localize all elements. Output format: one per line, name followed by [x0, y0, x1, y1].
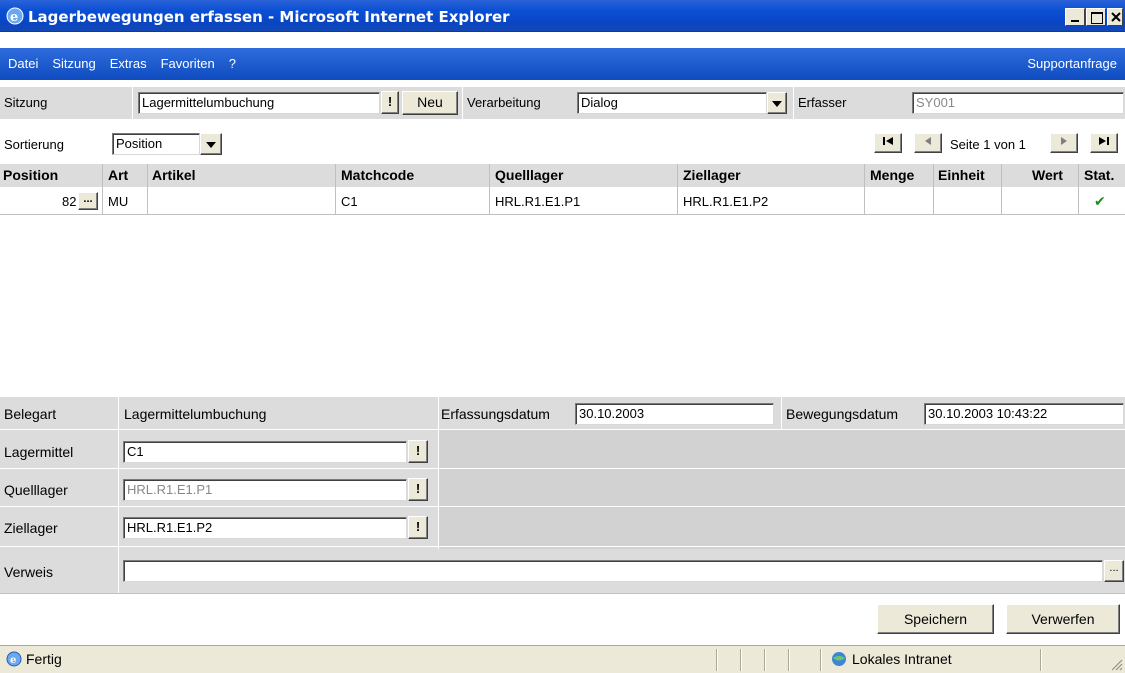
last-page-button[interactable]: [1090, 133, 1118, 153]
menu-item-favoriten[interactable]: Favoriten: [161, 56, 215, 71]
quelllager-field[interactable]: HRL.R1.E1.P1: [123, 479, 407, 501]
first-page-icon: [883, 137, 893, 145]
chevron-down-icon: [772, 101, 782, 107]
menu-item-datei[interactable]: Datei: [8, 56, 38, 71]
session-field[interactable]: Lagermittelumbuchung: [138, 92, 380, 114]
col-header-menge[interactable]: Menge: [870, 167, 914, 183]
lagermittel-field[interactable]: C1: [123, 441, 407, 463]
cell-quelllager: HRL.R1.E1.P1: [495, 194, 581, 209]
cell-ziellager: HRL.R1.E1.P2: [683, 194, 769, 209]
bewegungsdatum-label: Bewegungsdatum: [786, 406, 899, 422]
menu: Datei Sitzung Extras Favoriten ?: [8, 56, 236, 71]
prev-page-button[interactable]: [914, 133, 942, 153]
page-indicator: Seite 1 von 1: [950, 137, 1026, 152]
ziellager-lookup-button[interactable]: !: [408, 516, 428, 539]
prev-page-icon: [925, 137, 931, 145]
col-header-art[interactable]: Art: [108, 167, 128, 183]
svg-text:e: e: [10, 10, 18, 25]
col-header-artikel[interactable]: Artikel: [152, 167, 196, 183]
processing-label: Verarbeitung: [467, 95, 541, 110]
col-header-matchcode[interactable]: Matchcode: [341, 167, 414, 183]
recorder-label: Erfasser: [798, 95, 847, 110]
session-lookup-button[interactable]: !: [381, 91, 399, 114]
new-session-button[interactable]: Neu: [402, 91, 458, 115]
chevron-down-icon: [206, 142, 216, 148]
verweis-label: Verweis: [4, 564, 54, 580]
last-page-icon: [1099, 137, 1109, 145]
page-icon: e: [6, 651, 22, 667]
cell-art: MU: [108, 194, 129, 209]
erfassungsdatum-label: Erfassungsdatum: [441, 406, 550, 422]
close-button[interactable]: [1107, 8, 1123, 26]
processing-dropdown-button[interactable]: [767, 92, 787, 114]
recorder-field: SY001: [912, 92, 1124, 114]
sorting-select[interactable]: Position: [112, 133, 200, 155]
col-header-ziellager[interactable]: Ziellager: [683, 167, 741, 183]
next-page-icon: [1061, 137, 1067, 145]
next-page-button[interactable]: [1050, 133, 1078, 153]
col-header-position[interactable]: Position: [3, 167, 58, 183]
close-icon: [1111, 12, 1121, 22]
status-bar: e Fertig Lokales Intranet: [0, 645, 1125, 673]
col-header-einheit[interactable]: Einheit: [938, 167, 985, 183]
ziellager-field[interactable]: HRL.R1.E1.P2: [123, 517, 407, 539]
save-button[interactable]: Speichern: [877, 604, 994, 634]
col-header-quelllager[interactable]: Quelllager: [495, 167, 563, 183]
window-title: Lagerbewegungen erfassen - Microsoft Int…: [28, 8, 510, 26]
status-check-icon: ✔: [1094, 193, 1106, 209]
cell-matchcode: C1: [341, 194, 358, 209]
bewegungsdatum-field[interactable]: 30.10.2003 10:43:22: [924, 403, 1124, 425]
intranet-zone-icon: [832, 652, 846, 666]
cell-position: 82: [62, 194, 77, 209]
resize-grip-icon[interactable]: [1111, 659, 1123, 671]
internet-explorer-icon: e: [6, 7, 24, 25]
sorting-label: Sortierung: [4, 137, 64, 152]
lagermittel-lookup-button[interactable]: !: [408, 440, 428, 463]
ziellager-label: Ziellager: [4, 520, 58, 536]
minimize-button[interactable]: [1065, 8, 1085, 26]
menu-item-sitzung[interactable]: Sitzung: [52, 56, 95, 71]
menu-item-help[interactable]: ?: [229, 56, 236, 71]
row-details-button[interactable]: ...: [78, 192, 98, 210]
discard-button[interactable]: Verwerfen: [1006, 604, 1120, 634]
status-text: Fertig: [26, 651, 62, 667]
processing-select[interactable]: Dialog: [577, 92, 767, 114]
quelllager-label: Quelllager: [4, 482, 68, 498]
sorting-dropdown-button[interactable]: [200, 133, 222, 155]
first-page-button[interactable]: [874, 133, 902, 153]
erfassungsdatum-field[interactable]: 30.10.2003: [575, 403, 774, 425]
belegart-label: Belegart: [4, 406, 57, 422]
col-header-wert[interactable]: Wert: [1032, 167, 1063, 183]
belegart-value: Lagermittelumbuchung: [124, 406, 267, 422]
zone-text: Lokales Intranet: [852, 651, 952, 667]
quelllager-lookup-button[interactable]: !: [408, 478, 428, 501]
support-link[interactable]: Supportanfrage: [1027, 56, 1117, 71]
maximize-button[interactable]: [1086, 8, 1106, 26]
title-bar: e Lagerbewegungen erfassen - Microsoft I…: [0, 0, 1125, 32]
lagermittel-label: Lagermittel: [4, 444, 74, 460]
session-label: Sitzung: [0, 87, 132, 119]
svg-text:e: e: [10, 655, 16, 666]
menu-item-extras[interactable]: Extras: [110, 56, 147, 71]
verweis-browse-button[interactable]: ...: [1104, 560, 1124, 582]
col-header-status[interactable]: Stat.: [1084, 167, 1114, 183]
verweis-field[interactable]: [123, 560, 1103, 582]
